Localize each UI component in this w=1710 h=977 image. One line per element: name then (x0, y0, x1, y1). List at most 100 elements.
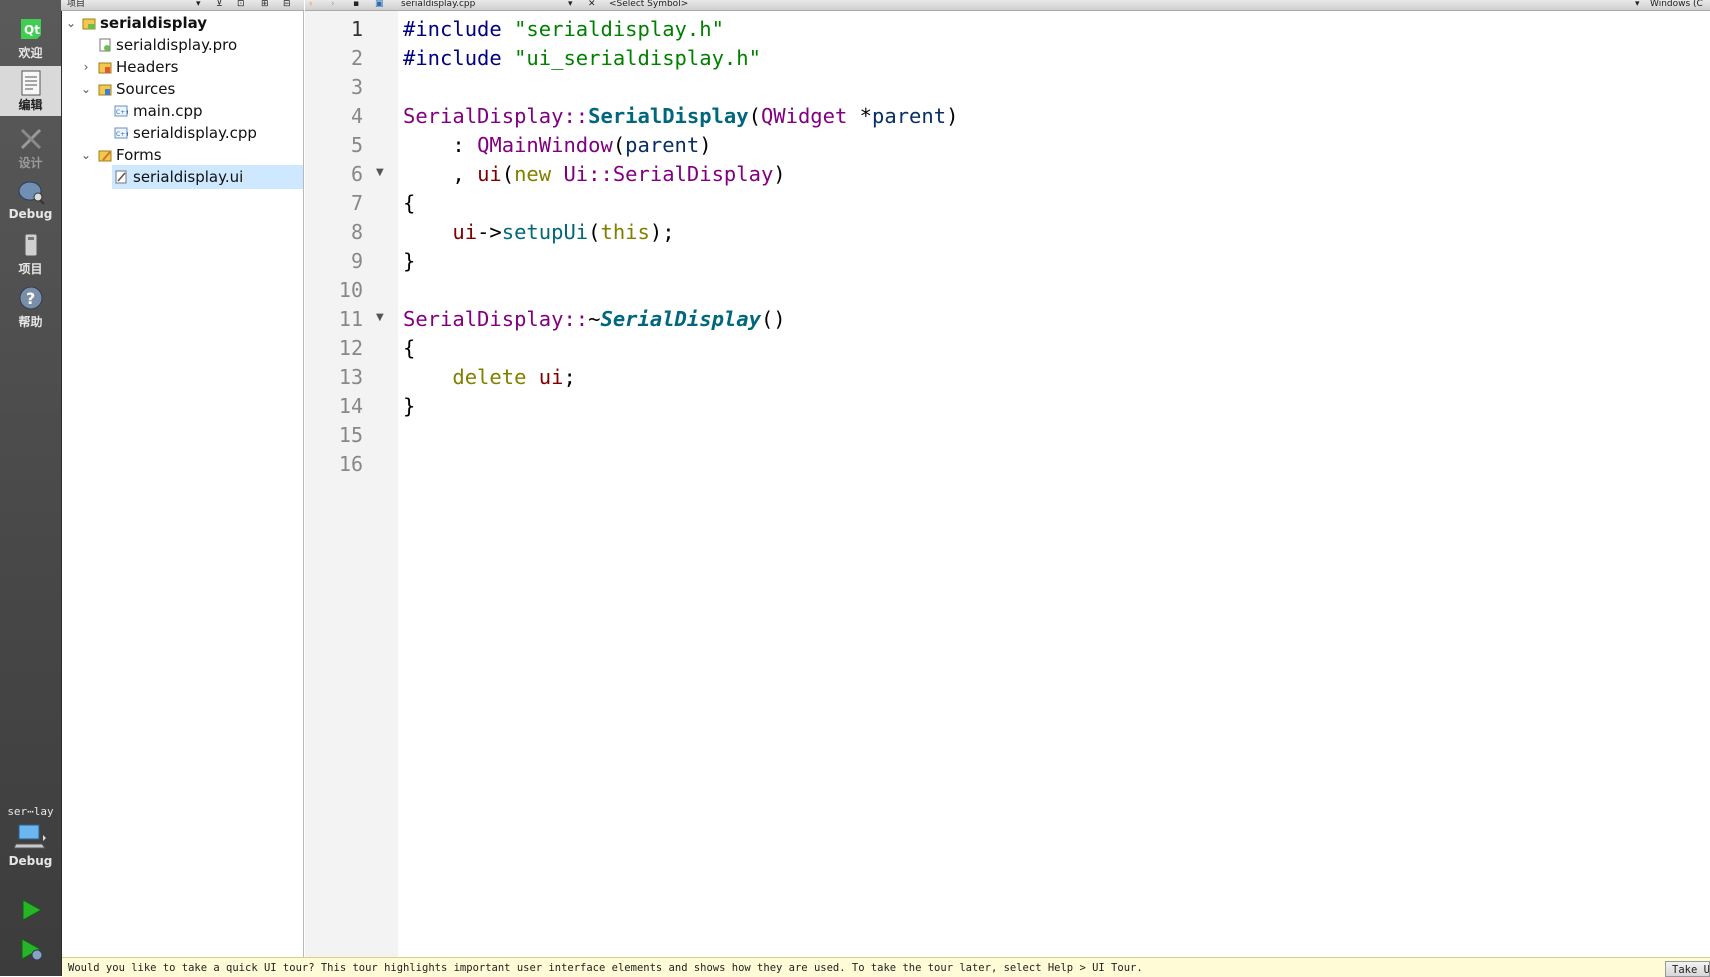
view-dropdown-arrow-icon[interactable]: ▾ (196, 0, 201, 10)
code-token: SerialDisplay (588, 104, 749, 128)
code-line[interactable]: } (403, 247, 415, 276)
code-token: ; (563, 365, 576, 389)
collapsed-arrow-icon[interactable]: › (79, 55, 93, 79)
fold-marker-icon[interactable]: ▼ (376, 312, 384, 323)
qt-logo-icon: Qt (20, 19, 41, 39)
line-number: 1 (350, 17, 363, 41)
close-document-icon[interactable]: ✕ (588, 0, 596, 10)
back-icon[interactable]: ‹ (309, 0, 313, 10)
tree-item-project[interactable]: ⌄ serialdisplay (62, 11, 303, 35)
expand-arrow-icon[interactable]: ⌄ (79, 143, 93, 167)
code-token: parent (625, 133, 700, 157)
code-token: ~ (588, 307, 601, 331)
code-token: () (760, 307, 786, 331)
code-token: ) (946, 104, 959, 128)
kit-selector[interactable]: ser⋯lay Debug (0, 805, 61, 877)
mode-welcome[interactable]: Qt 欢迎 (0, 16, 61, 62)
close-pane-icon[interactable]: ⊟ (283, 0, 291, 10)
headers-folder-icon (98, 62, 112, 74)
tree-item-serialdisplay-ui[interactable]: serialdisplay.ui (62, 165, 303, 189)
expand-arrow-icon[interactable]: ⌄ (79, 77, 93, 101)
kit-build-mode: Debug (8, 854, 53, 868)
fold-marker-icon[interactable]: ▼ (376, 167, 384, 178)
mode-design[interactable]: 设计 (0, 126, 61, 170)
forms-folder-icon (98, 150, 112, 162)
forward-icon[interactable]: › (331, 0, 335, 10)
tree-item-sources[interactable]: ⌄ Sources (62, 77, 303, 101)
svg-text:C++: C++ (116, 131, 128, 138)
tree-item-pro-file[interactable]: serialdisplay.pro (62, 33, 303, 57)
code-line[interactable]: #include "serialdisplay.h" (403, 15, 724, 44)
mode-edit[interactable]: 编辑 (0, 66, 61, 116)
line-number: 11 (338, 307, 363, 331)
code-line[interactable]: #include "ui_serialdisplay.h" (403, 44, 761, 73)
cpp-file-icon: ▣ (375, 0, 384, 9)
code-line[interactable]: SerialDisplay::SerialDisplay(QWidget *pa… (403, 102, 958, 131)
code-token: , (403, 162, 478, 186)
mode-label: 编辑 (18, 98, 43, 112)
ui-tour-message: Would you like to take a quick UI tour? … (68, 962, 1143, 974)
code-line[interactable]: SerialDisplay::~SerialDisplay() (403, 305, 786, 334)
code-token: ui (477, 162, 502, 186)
sources-folder-icon (98, 84, 112, 96)
line-number: 8 (350, 220, 363, 244)
run-button[interactable] (0, 897, 61, 927)
code-token: ( (501, 162, 515, 186)
filter-icon[interactable]: ⊻ (216, 0, 223, 10)
code-token: :: (588, 162, 613, 186)
code-line[interactable]: , ui(new Ui::SerialDisplay) (403, 160, 785, 189)
file-dropdown-arrow-icon[interactable]: ▾ (568, 0, 573, 10)
edit-document-icon (21, 70, 40, 96)
mode-debug[interactable]: Debug (0, 179, 61, 223)
tree-item-headers[interactable]: › Headers (62, 55, 303, 79)
mode-label: Debug (8, 207, 53, 221)
ui-file-icon (115, 170, 127, 184)
code-token: ); (649, 220, 675, 244)
project-pane-toolbar: 项目 ▾ ⊻ ⊡ ⊞ ⊟ (61, 0, 304, 11)
split-icon[interactable]: ⊞ (261, 0, 269, 10)
tree-item-serialdisplay-cpp[interactable]: C++ serialdisplay.cpp (62, 121, 303, 145)
tree-item-main-cpp[interactable]: C++ main.cpp (62, 99, 303, 123)
tree-item-label: Sources (116, 80, 176, 98)
code-line[interactable]: { (403, 334, 415, 363)
debug-run-icon (21, 938, 42, 961)
debug-run-button[interactable] (0, 936, 61, 966)
view-selector[interactable]: 项目 (67, 0, 85, 10)
expand-arrow-icon[interactable]: ⌄ (64, 11, 78, 35)
line-number: 4 (350, 104, 363, 128)
code-token: ( (588, 220, 601, 244)
run-play-icon (22, 899, 42, 921)
symbol-dropdown-arrow-icon[interactable]: ▾ (1635, 0, 1640, 10)
code-token: : (403, 133, 478, 157)
mode-help[interactable]: ? 帮助 (0, 285, 61, 329)
lock-icon[interactable]: ▪ (353, 0, 359, 10)
code-line[interactable]: { (403, 189, 415, 218)
line-ending-selector[interactable]: Windows (C (1650, 0, 1703, 10)
mode-projects[interactable]: 项目 (0, 232, 61, 276)
line-number: 6 (350, 162, 363, 186)
code-token: -> (477, 220, 502, 244)
code-token: "serialdisplay.h" (514, 17, 724, 41)
symbol-selector[interactable]: <Select Symbol> (609, 0, 688, 10)
svg-text:Qt: Qt (24, 23, 40, 37)
code-line[interactable]: ui->setupUi(this); (403, 218, 675, 247)
svg-text:?: ? (26, 289, 35, 308)
tree-item-forms[interactable]: ⌄ Forms (62, 143, 303, 167)
code-token: * (847, 104, 873, 128)
code-line[interactable]: } (403, 392, 415, 421)
design-tools-icon (20, 128, 41, 150)
tree-item-label: serialdisplay.pro (116, 36, 238, 54)
link-icon[interactable]: ⊡ (237, 0, 245, 10)
code-token: SerialDisplay (612, 162, 774, 186)
take-ui-tour-button[interactable]: Take UI Tour (1665, 961, 1710, 977)
svg-text:C++: C++ (116, 109, 128, 116)
code-line[interactable]: : QMainWindow(parent) (403, 131, 711, 160)
code-token: ( (612, 133, 626, 157)
code-line[interactable]: delete ui; (403, 363, 576, 392)
open-file-selector[interactable]: serialdisplay.cpp (401, 0, 475, 10)
code-token: parent (872, 104, 947, 128)
